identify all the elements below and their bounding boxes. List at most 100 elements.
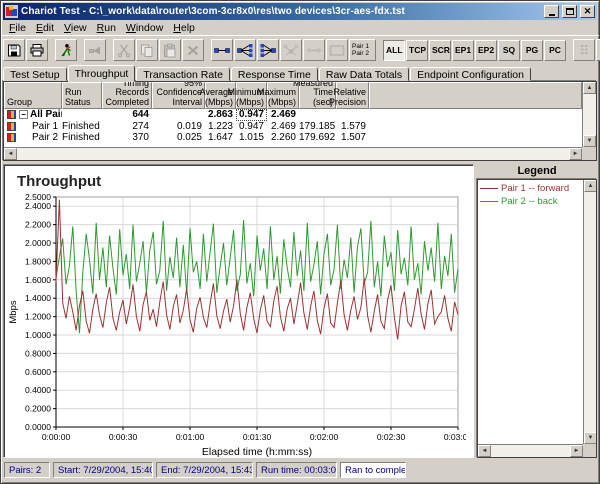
filter-scr-button[interactable]: SCR	[429, 40, 451, 61]
legend-horizontal-scrollbar[interactable]: ◄ ►	[478, 444, 583, 457]
svg-text:0:00:00: 0:00:00	[42, 432, 71, 442]
menu-edit[interactable]: Edit	[31, 22, 59, 34]
filter-ep2-button[interactable]: EP2	[475, 40, 497, 61]
menu-run[interactable]: Run	[92, 22, 121, 34]
delete-icon	[185, 43, 201, 58]
replicate-pair-button[interactable]	[326, 39, 348, 61]
table-scroll-up-button[interactable]: ▲	[583, 82, 596, 94]
svg-text:2.2000: 2.2000	[25, 220, 51, 230]
table-scroll-down-button[interactable]: ▼	[583, 135, 596, 147]
filter-tcp-button[interactable]: TCP	[406, 40, 428, 61]
status-run-time: Run time: 00:03:00	[256, 462, 337, 478]
table-horizontal-scrollbar[interactable]: ◄ ►	[4, 147, 582, 160]
legend-vertical-scrollbar[interactable]: ▲ ▼	[583, 180, 596, 444]
maximize-button[interactable]	[562, 5, 577, 18]
cell-average-mbps: 2.863	[205, 109, 236, 121]
tab-test-setup[interactable]: Test Setup	[3, 67, 67, 81]
tab-endpoint-configuration[interactable]: Endpoint Configuration	[410, 67, 531, 81]
menu-window[interactable]: Window	[121, 22, 168, 34]
table-row-pair-1[interactable]: Pair 1Finished2740.0191.2230.9472.469179…	[4, 121, 582, 133]
cell-maximum-mbps: 2.260	[267, 132, 299, 144]
run-test-icon	[58, 43, 74, 58]
table-hscroll-track[interactable]	[17, 148, 569, 160]
minimize-button[interactable]	[544, 5, 559, 18]
column-header-run-status[interactable]: Run Status	[62, 82, 102, 109]
cell-run-status: Finished	[62, 132, 102, 144]
table-scroll-left-button[interactable]: ◄	[4, 148, 17, 160]
copy-button[interactable]	[136, 39, 158, 61]
pair-chart-icon	[7, 133, 16, 142]
legend-scroll-left-button[interactable]: ◄	[478, 445, 491, 457]
table-row-all-pairs[interactable]: −All Pairs6442.8630.9472.469	[4, 109, 582, 121]
collapse-toggle[interactable]: −	[19, 110, 28, 119]
edit-pair-button[interactable]	[303, 39, 325, 61]
legend-line-sample	[480, 188, 498, 189]
menu-help[interactable]: Help	[168, 22, 200, 34]
table-vertical-scrollbar[interactable]: ▲ ▼	[582, 82, 596, 147]
svg-text:Elapsed time (h:mm:ss): Elapsed time (h:mm:ss)	[202, 446, 312, 458]
tab-throughput[interactable]: Throughput	[68, 65, 136, 82]
legend-scroll-up-button[interactable]: ▲	[584, 180, 597, 192]
legend-vscroll-track[interactable]	[584, 192, 596, 432]
titlebar[interactable]: Chariot Test - C:\_work\data\router\3com…	[3, 3, 597, 20]
column-header-95-confidence-interval[interactable]: 95% Confidence Interval	[152, 82, 205, 109]
close-button[interactable]: ✕	[580, 5, 595, 18]
svg-text:1.2000: 1.2000	[25, 312, 51, 322]
legend-hscroll-track[interactable]	[491, 445, 570, 457]
legend-item-pair-1-forward[interactable]: Pair 1 -- forward	[479, 182, 582, 195]
pair-chart-icon	[7, 122, 16, 131]
filter-all-button[interactable]: ALL	[383, 40, 405, 61]
tab-raw-data-totals[interactable]: Raw Data Totals	[319, 67, 409, 81]
cell-run-status: Finished	[62, 121, 102, 133]
results-table-panel: GroupRun StatusTiming Records Completed9…	[3, 81, 597, 161]
table-row-pair-2[interactable]: Pair 2Finished3700.0251.6471.0152.260179…	[4, 132, 582, 144]
tab-strip: Test SetupThroughputTransaction RateResp…	[1, 64, 599, 81]
run-test-button[interactable]	[55, 39, 77, 61]
cell-95-confidence-interval	[152, 109, 205, 121]
cell-95-confidence-interval: 0.025	[152, 132, 205, 144]
filter-pg-button[interactable]: PG	[521, 40, 543, 61]
add-multicast-group-button[interactable]	[234, 39, 256, 61]
console-button[interactable]	[573, 39, 595, 61]
cell-relative-precision: 1.579	[336, 121, 369, 133]
status-pairs: Pairs: 2	[4, 462, 50, 478]
filter-sq-button[interactable]: SQ	[498, 40, 520, 61]
add-voip-pair-icon	[259, 43, 277, 58]
add-hardware-pair-button[interactable]	[280, 39, 302, 61]
cut-button[interactable]	[113, 39, 135, 61]
save-button[interactable]	[3, 39, 25, 61]
legend-scrollbar-corner	[583, 444, 596, 457]
table-scroll-right-button[interactable]: ►	[569, 148, 582, 160]
stop-run-button[interactable]	[84, 39, 106, 61]
add-pair-icon	[213, 43, 231, 58]
toolbar: Pair 1 Pair 2 ALL TCP SCR EP1 EP2 SQ PG …	[1, 35, 599, 64]
table-vscroll-track[interactable]	[583, 94, 596, 135]
column-header-relative-precision[interactable]: Relative Precision	[336, 82, 369, 109]
column-header-timing-records-completed[interactable]: Timing Records Completed	[102, 82, 152, 109]
add-pair-button[interactable]	[211, 39, 233, 61]
legend-scroll-right-button[interactable]: ►	[570, 445, 583, 457]
menu-file[interactable]: File	[4, 22, 31, 34]
cell-run-status	[62, 109, 102, 121]
stop-run-icon	[87, 43, 103, 58]
pair-selector-line2: Pair 2	[352, 50, 369, 57]
print-button[interactable]	[26, 39, 48, 61]
minimize-icon	[549, 14, 555, 16]
paste-button[interactable]	[159, 39, 181, 61]
tab-response-time[interactable]: Response Time	[231, 67, 318, 81]
delete-button[interactable]	[182, 39, 204, 61]
legend-scroll-down-button[interactable]: ▼	[584, 432, 597, 444]
throughput-view: Throughput 0.00000.20000.40000.60000.800…	[3, 164, 597, 458]
add-voip-pair-button[interactable]	[257, 39, 279, 61]
window-layout-button[interactable]	[596, 39, 600, 61]
menu-view[interactable]: View	[59, 22, 92, 34]
status-result: Ran to completion	[340, 462, 406, 478]
status-end: End: 7/29/2004, 15:43:01	[156, 462, 253, 478]
tab-transaction-rate[interactable]: Transaction Rate	[136, 67, 230, 81]
pair-selector-button[interactable]: Pair 1 Pair 2	[349, 39, 376, 61]
filter-pc-button[interactable]: PC	[544, 40, 566, 61]
legend-item-pair-2-back[interactable]: Pair 2 -- back	[479, 195, 582, 208]
filter-ep1-button[interactable]: EP1	[452, 40, 474, 61]
column-header-group[interactable]: Group	[4, 82, 62, 109]
cell-minimum-mbps: 1.015	[236, 132, 267, 144]
